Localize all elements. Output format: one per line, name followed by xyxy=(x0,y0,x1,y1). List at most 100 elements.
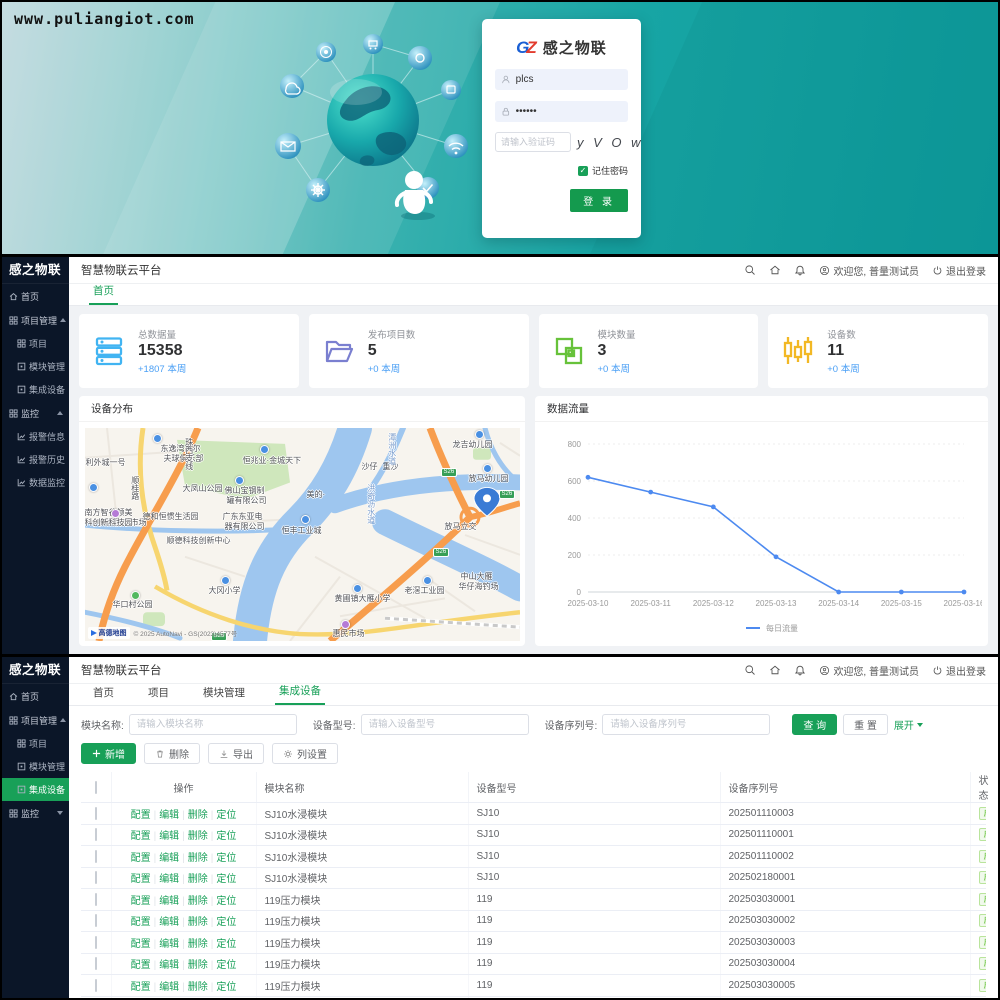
device-distribution-map[interactable]: 东逸湾高尔 夫球俱乐部 大凤山公园 利外城一号 小黄圃民乐市场 顺桂路 珠西支线 恒兆业·金城… xyxy=(84,428,520,641)
row-action-删除[interactable]: 删除 xyxy=(188,960,208,971)
sidebar-item-项目管理[interactable]: 项目管理 xyxy=(2,708,69,732)
row-action-定位[interactable]: 定位 xyxy=(216,982,236,993)
tab-集成设备[interactable]: 集成设备 xyxy=(275,683,325,705)
row-action-配置[interactable]: 配置 xyxy=(131,939,151,950)
search-icon[interactable] xyxy=(744,664,756,676)
sidebar-item-集成设备[interactable]: 集成设备 xyxy=(2,778,69,801)
remember-checkbox[interactable]: ✓ xyxy=(577,165,588,176)
导出-button[interactable]: 导出 xyxy=(208,743,264,764)
sidebar-item-集成设备[interactable]: 集成设备 xyxy=(2,378,69,401)
sidebar-item-首页[interactable]: 首页 xyxy=(2,284,69,308)
table-row: 配置|编辑|删除|定位119压力模块119202503030004启 用 xyxy=(81,953,986,975)
row-checkbox[interactable] xyxy=(94,849,97,863)
row-action-定位[interactable]: 定位 xyxy=(216,960,236,971)
sidebar-item-报警历史[interactable]: 报警历史 xyxy=(2,448,69,471)
row-action-配置[interactable]: 配置 xyxy=(131,810,151,821)
row-action-定位[interactable]: 定位 xyxy=(216,831,236,842)
row-action-定位[interactable]: 定位 xyxy=(216,853,236,864)
row-checkbox[interactable] xyxy=(94,892,97,906)
row-checkbox[interactable] xyxy=(94,871,97,885)
sidebar-item-项目[interactable]: 项目 xyxy=(2,732,69,755)
row-action-删除[interactable]: 删除 xyxy=(188,917,208,928)
row-action-定位[interactable]: 定位 xyxy=(216,896,236,907)
row-action-删除[interactable]: 删除 xyxy=(188,831,208,842)
row-action-配置[interactable]: 配置 xyxy=(131,917,151,928)
road-badge: S26 xyxy=(498,490,516,499)
row-action-删除[interactable]: 删除 xyxy=(188,939,208,950)
row-checkbox[interactable] xyxy=(94,978,97,992)
row-checkbox[interactable] xyxy=(94,957,97,971)
home-icon[interactable] xyxy=(769,664,781,676)
map-poi-icon xyxy=(130,591,140,600)
row-checkbox[interactable] xyxy=(94,828,97,842)
row-action-配置[interactable]: 配置 xyxy=(131,896,151,907)
row-action-定位[interactable]: 定位 xyxy=(216,810,236,821)
row-action-编辑[interactable]: 编辑 xyxy=(159,960,179,971)
新增-button[interactable]: 新增 xyxy=(81,743,136,764)
删除-button[interactable]: 删除 xyxy=(144,743,200,764)
row-action-定位[interactable]: 定位 xyxy=(216,874,236,885)
row-action-配置[interactable]: 配置 xyxy=(131,853,151,864)
map-label: 器有限公司 xyxy=(224,522,265,531)
user-menu[interactable]: 欢迎您, 普量测试员 xyxy=(819,663,919,678)
row-action-删除[interactable]: 删除 xyxy=(188,810,208,821)
row-action-编辑[interactable]: 编辑 xyxy=(159,810,179,821)
row-action-编辑[interactable]: 编辑 xyxy=(159,982,179,993)
daily-flow-line-chart[interactable]: 0 200 400 600 800 2025-03-10 2025-03-11 2025-03… xyxy=(542,428,982,640)
search-icon[interactable] xyxy=(744,264,756,276)
sidebar-item-监控[interactable]: 监控 xyxy=(2,401,69,425)
login-button[interactable]: 登 录 xyxy=(570,189,628,212)
sidebar-item-模块管理[interactable]: 模块管理 xyxy=(2,355,69,378)
user-menu[interactable]: 欢迎您, 普量测试员 xyxy=(819,263,919,278)
bell-icon[interactable] xyxy=(794,664,806,676)
row-action-删除[interactable]: 删除 xyxy=(188,874,208,885)
row-action-编辑[interactable]: 编辑 xyxy=(159,939,179,950)
sidebar-item-监控[interactable]: 监控 xyxy=(2,801,69,825)
filter-input[interactable] xyxy=(128,714,297,735)
列设置-button[interactable]: 列设置 xyxy=(272,743,338,764)
row-action-编辑[interactable]: 编辑 xyxy=(159,853,179,864)
row-action-配置[interactable]: 配置 xyxy=(131,982,151,993)
tab-首页[interactable]: 首页 xyxy=(89,283,118,305)
row-action-删除[interactable]: 删除 xyxy=(188,982,208,993)
tab-首页[interactable]: 首页 xyxy=(89,685,118,705)
row-checkbox[interactable] xyxy=(94,914,97,928)
row-action-删除[interactable]: 删除 xyxy=(188,853,208,864)
row-action-配置[interactable]: 配置 xyxy=(131,874,151,885)
sidebar-item-项目[interactable]: 项目 xyxy=(2,332,69,355)
sidebar-item-首页[interactable]: 首页 xyxy=(2,684,69,708)
row-checkbox[interactable] xyxy=(94,806,97,820)
password-input[interactable] xyxy=(515,106,622,117)
expand-toggle[interactable]: 展开 xyxy=(894,717,923,732)
svg-text:2025-03-15: 2025-03-15 xyxy=(880,599,921,608)
search-button[interactable]: 查 询 xyxy=(792,714,838,735)
row-action-配置[interactable]: 配置 xyxy=(131,831,151,842)
row-action-编辑[interactable]: 编辑 xyxy=(159,896,179,907)
row-action-定位[interactable]: 定位 xyxy=(216,939,236,950)
row-action-编辑[interactable]: 编辑 xyxy=(159,831,179,842)
tab-项目[interactable]: 项目 xyxy=(144,685,173,705)
username-input[interactable] xyxy=(515,74,622,85)
row-action-删除[interactable]: 删除 xyxy=(188,896,208,907)
logout-button[interactable]: 退出登录 xyxy=(932,263,986,278)
select-all-checkbox[interactable] xyxy=(94,780,97,794)
logout-button[interactable]: 退出登录 xyxy=(932,663,986,678)
captcha-input[interactable] xyxy=(495,132,571,152)
sidebar-item-数据监控[interactable]: 数据监控 xyxy=(2,471,69,494)
row-action-配置[interactable]: 配置 xyxy=(131,960,151,971)
sidebar-item-报警信息[interactable]: 报警信息 xyxy=(2,425,69,448)
filter-input[interactable] xyxy=(602,714,771,735)
row-checkbox[interactable] xyxy=(94,935,97,949)
tab-模块管理[interactable]: 模块管理 xyxy=(199,685,249,705)
sidebar-menu: 首页 项目管理 项目 模块管理 集成设备 监控 xyxy=(2,684,69,825)
sidebar-item-模块管理[interactable]: 模块管理 xyxy=(2,755,69,778)
bell-icon[interactable] xyxy=(794,264,806,276)
filter-input[interactable] xyxy=(360,714,529,735)
row-action-编辑[interactable]: 编辑 xyxy=(159,874,179,885)
home-icon[interactable] xyxy=(769,264,781,276)
captcha-image[interactable]: y V O w xyxy=(577,135,644,150)
row-action-定位[interactable]: 定位 xyxy=(216,917,236,928)
sidebar-item-项目管理[interactable]: 项目管理 xyxy=(2,308,69,332)
reset-button[interactable]: 重 置 xyxy=(843,714,888,735)
row-action-编辑[interactable]: 编辑 xyxy=(159,917,179,928)
